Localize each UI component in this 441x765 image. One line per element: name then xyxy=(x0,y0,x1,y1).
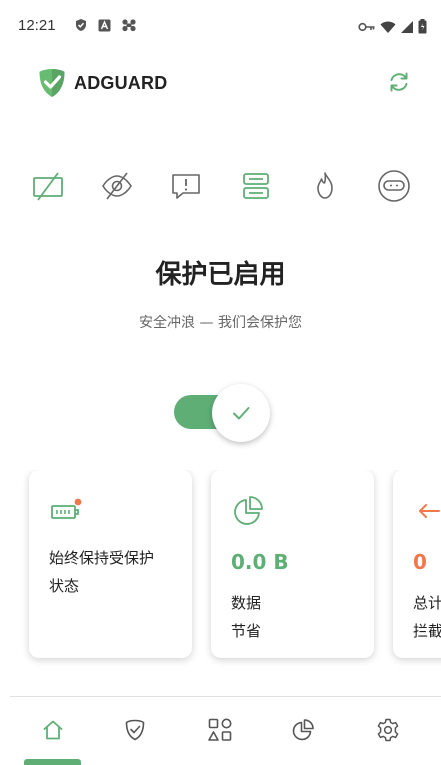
stealth-mode-icon xyxy=(378,170,410,202)
blocked-arrow-icon xyxy=(419,504,440,518)
status-right-icons xyxy=(358,19,427,34)
data-saved-label-line1: 数据 xyxy=(231,594,262,612)
protection-status-title: 保护已启用 xyxy=(155,260,286,290)
shield-status-icon xyxy=(76,19,86,31)
annoyance-blocking-button[interactable] xyxy=(166,166,206,206)
dns-protection-button[interactable] xyxy=(236,166,276,206)
nav-settings[interactable] xyxy=(370,712,406,748)
signal-icon xyxy=(401,20,413,33)
stats-cards: 始终保持受保护 状态 0.0 B 数据 节省 0 总计 拦截 xyxy=(0,470,441,670)
firewall-icon xyxy=(316,172,333,199)
always-protected-text: 始终保持受保护 状态 xyxy=(49,544,179,600)
always-protected-line2: 状态 xyxy=(49,577,80,595)
dns-protection-icon xyxy=(242,173,269,199)
bottom-nav-divider xyxy=(10,696,441,697)
checkmark-icon xyxy=(233,407,250,420)
tracking-protection-icon xyxy=(102,172,133,200)
firewall-button[interactable] xyxy=(305,166,345,206)
nav-home[interactable] xyxy=(35,712,71,748)
home-icon xyxy=(43,720,63,740)
data-saved-value: 0.0 B xyxy=(231,550,289,574)
data-saved-label-line2: 节省 xyxy=(231,622,262,640)
blocked-label-line2: 拦截 xyxy=(413,622,441,640)
a-status-icon xyxy=(98,19,111,31)
wifi-icon xyxy=(380,21,396,33)
battery-plugin-icon xyxy=(51,498,82,519)
blocked-card[interactable]: 0 总计 拦截 xyxy=(393,470,441,658)
settings-icon xyxy=(377,718,399,742)
drone-status-icon xyxy=(122,19,136,32)
protection-features-row xyxy=(28,166,414,206)
adguard-shield-icon xyxy=(39,69,65,97)
protection-icon xyxy=(125,719,145,741)
ad-blocking-icon xyxy=(33,172,63,201)
battery-icon xyxy=(418,19,427,34)
nav-apps[interactable] xyxy=(202,712,238,748)
key-icon xyxy=(358,22,375,31)
nav-active-indicator xyxy=(24,759,81,765)
app-header: ADGUARD xyxy=(0,64,441,108)
app-logo: ADGUARD xyxy=(38,68,167,98)
status-left-icons xyxy=(74,18,137,32)
stealth-mode-button[interactable] xyxy=(374,166,414,206)
status-bar: 12:21 xyxy=(0,0,441,56)
protection-status-subtitle: 安全冲浪 — 我们会保护您 xyxy=(139,315,302,331)
always-protected-line1: 始终保持受保护 xyxy=(49,549,155,567)
app-name: ADGUARD xyxy=(74,72,168,93)
protection-toggle[interactable] xyxy=(172,383,276,442)
refresh-icon xyxy=(390,72,408,92)
ad-blocking-button[interactable] xyxy=(28,166,68,206)
data-saved-card[interactable]: 0.0 B 数据 节省 xyxy=(211,470,374,658)
tracking-protection-button[interactable] xyxy=(97,166,137,206)
nav-statistics[interactable] xyxy=(285,712,321,748)
annoyance-blocking-icon xyxy=(172,174,201,199)
blocked-value: 0 xyxy=(413,550,427,574)
data-saved-label: 数据 节省 xyxy=(231,589,261,645)
blocked-label-line1: 总计 xyxy=(413,594,441,612)
refresh-button[interactable] xyxy=(385,68,413,96)
bottom-nav xyxy=(0,700,441,765)
apps-icon xyxy=(208,718,232,741)
toggle-knob[interactable] xyxy=(212,384,270,442)
blocked-label: 总计 拦截 xyxy=(413,589,441,645)
statistics-icon xyxy=(292,719,314,741)
nav-protection[interactable] xyxy=(117,712,153,748)
always-protected-card[interactable]: 始终保持受保护 状态 xyxy=(29,470,192,658)
status-time: 12:21 xyxy=(18,17,56,34)
pie-chart-icon xyxy=(234,496,263,525)
